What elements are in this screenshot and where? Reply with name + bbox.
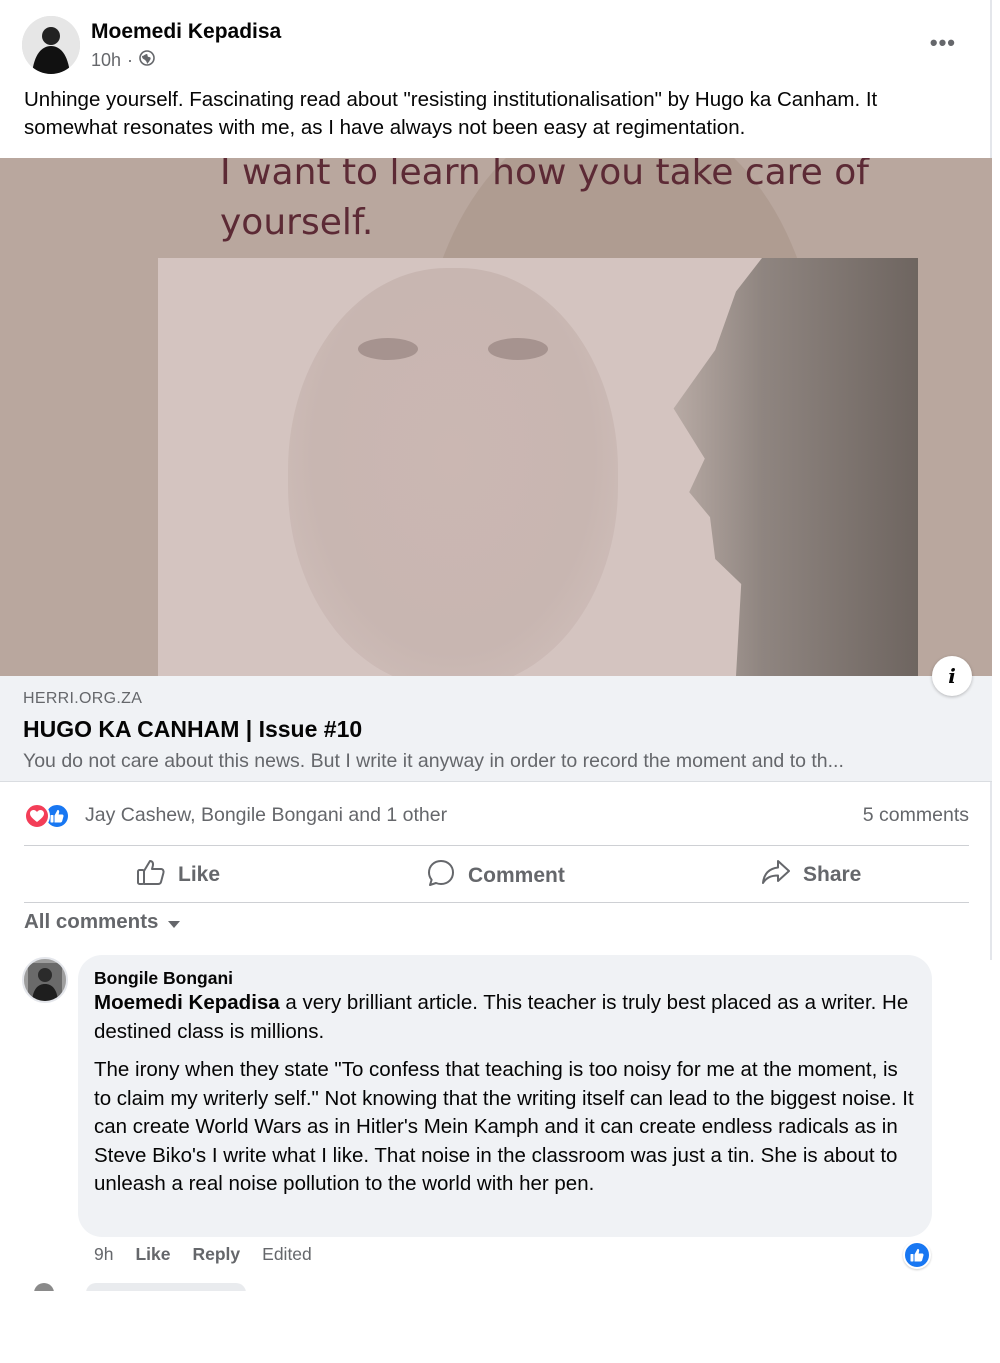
comment-meta: 9h Like Reply Edited xyxy=(94,1244,312,1265)
divider-bottom xyxy=(24,902,969,903)
comment-bubble-icon xyxy=(426,858,456,894)
post-card: Moemedi Kepadisa 10h · ••• Unhinge yours… xyxy=(0,0,992,1291)
link-preview-card[interactable]: HERRI.ORG.ZA HUGO KA CANHAM | Issue #10 … xyxy=(0,676,992,782)
author-avatar[interactable] xyxy=(22,16,80,74)
comment-time[interactable]: 9h xyxy=(94,1244,113,1265)
like-button[interactable]: Like xyxy=(136,858,220,892)
quote-line-1: I want to learn how you take care of xyxy=(220,158,869,193)
next-comment-avatar xyxy=(34,1283,54,1291)
faded-eye-right xyxy=(488,338,548,360)
avatar-image xyxy=(22,16,80,74)
comment-count[interactable]: 5 comments xyxy=(863,804,969,827)
commenter-avatar-image xyxy=(24,959,66,1001)
share-button[interactable]: Share xyxy=(761,858,861,892)
link-preview-image[interactable]: I want to learn how you take care of you… xyxy=(0,158,992,676)
more-options-button[interactable]: ••• xyxy=(930,30,956,56)
quote-line-2: yourself. xyxy=(220,202,374,243)
post-actions: Like Comment Share xyxy=(24,846,969,902)
comments-filter-label: All comments xyxy=(24,910,159,933)
faded-face xyxy=(288,268,618,676)
faded-eye-left xyxy=(358,338,418,360)
profile-portrait xyxy=(673,258,918,676)
link-domain: HERRI.ORG.ZA xyxy=(23,690,143,707)
share-label: Share xyxy=(803,863,862,886)
link-description: You do not care about this news. But I w… xyxy=(23,750,844,772)
next-comment-preview xyxy=(30,1283,250,1291)
post-meta: 10h · xyxy=(91,50,155,71)
author-name[interactable]: Moemedi Kepadisa xyxy=(91,20,281,44)
photo-panel xyxy=(158,258,918,676)
commenter-avatar[interactable] xyxy=(22,957,68,1003)
image-quote: I want to learn how you take care of you… xyxy=(220,158,869,248)
meta-separator: · xyxy=(127,50,134,70)
comment-paragraph-2: The irony when they state "To confess th… xyxy=(94,1058,914,1195)
comment-like-button[interactable]: Like xyxy=(135,1244,170,1265)
comment-paragraph-1: Moemedi Kepadisa a very brilliant articl… xyxy=(94,989,914,1046)
globe-icon xyxy=(139,50,155,71)
share-arrow-icon xyxy=(761,858,791,892)
comment-label: Comment xyxy=(468,864,565,887)
like-label: Like xyxy=(178,863,221,886)
info-icon[interactable]: i xyxy=(932,656,972,696)
reactions-bar: Jay Cashew, Bongile Bongani and 1 other … xyxy=(24,800,969,832)
post-text: Unhinge yourself. Fascinating read about… xyxy=(24,88,878,139)
link-title: HUGO KA CANHAM | Issue #10 xyxy=(23,716,363,742)
comments-filter-dropdown[interactable]: All comments xyxy=(24,910,181,934)
love-icon[interactable] xyxy=(24,803,50,829)
comment-author[interactable]: Bongile Bongani xyxy=(94,967,914,989)
post-time[interactable]: 10h xyxy=(91,50,121,71)
comment-bubble: Bongile Bongani Moemedi Kepadisa a very … xyxy=(78,955,932,1237)
reaction-names[interactable]: Jay Cashew, Bongile Bongani and 1 other xyxy=(85,804,447,827)
caret-down-icon xyxy=(168,920,181,928)
comment-mention[interactable]: Moemedi Kepadisa xyxy=(94,991,280,1014)
comment-reply-button[interactable]: Reply xyxy=(193,1244,241,1265)
comment-edited-label[interactable]: Edited xyxy=(262,1244,312,1265)
thumbs-up-icon xyxy=(136,858,166,892)
next-comment-bubble xyxy=(86,1283,246,1291)
comment-button[interactable]: Comment xyxy=(426,858,565,894)
post-header: Moemedi Kepadisa 10h · ••• xyxy=(22,16,962,76)
comment-like-reaction-icon[interactable] xyxy=(903,1241,931,1269)
